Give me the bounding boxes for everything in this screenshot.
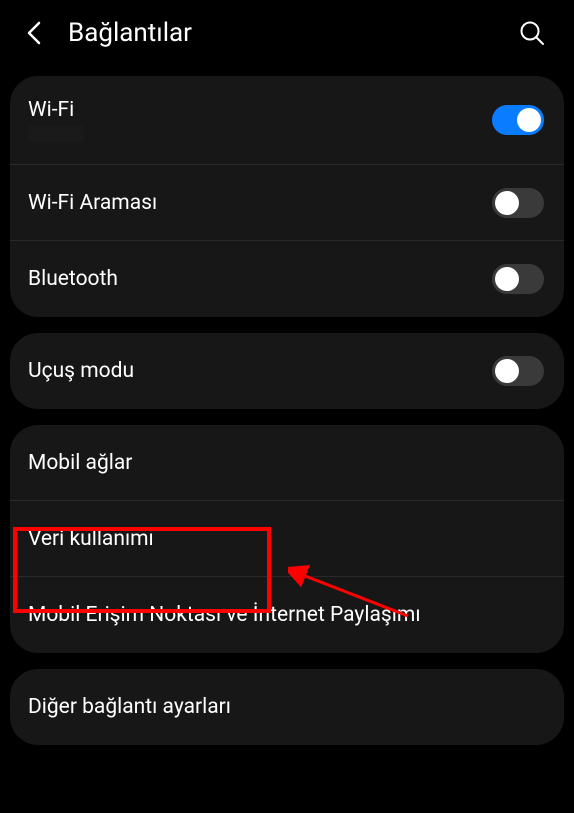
airplane-mode-row[interactable]: Uçuş modu: [10, 333, 564, 409]
row-text: Bluetooth: [28, 267, 492, 291]
row-text: Mobil ağlar: [28, 451, 544, 475]
wifi-calling-row[interactable]: Wi-Fi Araması: [10, 165, 564, 241]
more-connection-settings-label: Diğer bağlantı ayarları: [28, 695, 544, 719]
toggle-knob: [495, 267, 519, 291]
row-text: Uçuş modu: [28, 359, 492, 383]
airplane-mode-toggle[interactable]: [492, 356, 544, 386]
header: Bağlantılar: [0, 0, 574, 66]
wifi-row[interactable]: Wi-Fi: [10, 76, 564, 165]
hotspot-tethering-row[interactable]: Mobil Erişim Noktası ve İnternet Paylaşı…: [10, 577, 564, 653]
toggle-knob: [517, 108, 541, 132]
airplane-mode-label: Uçuş modu: [28, 359, 492, 383]
mobile-networks-row[interactable]: Mobil ağlar: [10, 425, 564, 501]
wifi-calling-toggle[interactable]: [492, 188, 544, 218]
more-connection-settings-row[interactable]: Diğer bağlantı ayarları: [10, 669, 564, 745]
settings-group: Wi-Fi Wi-Fi Araması Bluetooth: [10, 76, 564, 317]
chevron-left-icon: [27, 21, 41, 45]
page-title: Bağlantılar: [68, 18, 512, 48]
settings-group: Diğer bağlantı ayarları: [10, 669, 564, 745]
settings-group: Mobil ağlar Veri kullanımı Mobil Erişim …: [10, 425, 564, 653]
hotspot-tethering-label: Mobil Erişim Noktası ve İnternet Paylaşı…: [28, 603, 544, 627]
wifi-label: Wi-Fi: [28, 98, 492, 122]
mobile-networks-label: Mobil ağlar: [28, 451, 544, 475]
toggle-knob: [495, 191, 519, 215]
bluetooth-row[interactable]: Bluetooth: [10, 241, 564, 317]
search-icon: [519, 20, 545, 46]
row-text: Wi-Fi: [28, 98, 492, 142]
row-text: Diğer bağlantı ayarları: [28, 695, 544, 719]
back-button[interactable]: [14, 13, 54, 53]
wifi-subtitle: [28, 126, 492, 142]
data-usage-label: Veri kullanımı: [28, 527, 544, 551]
content: Wi-Fi Wi-Fi Araması Bluetooth Uçuş modu: [0, 66, 574, 745]
row-text: Wi-Fi Araması: [28, 191, 492, 215]
wifi-toggle[interactable]: [492, 105, 544, 135]
toggle-knob: [495, 359, 519, 383]
row-text: Veri kullanımı: [28, 527, 544, 551]
row-text: Mobil Erişim Noktası ve İnternet Paylaşı…: [28, 603, 544, 627]
wifi-calling-label: Wi-Fi Araması: [28, 191, 492, 215]
bluetooth-toggle[interactable]: [492, 264, 544, 294]
redacted-text: [28, 126, 84, 142]
data-usage-row[interactable]: Veri kullanımı: [10, 501, 564, 577]
search-button[interactable]: [512, 13, 552, 53]
bluetooth-label: Bluetooth: [28, 267, 492, 291]
settings-group: Uçuş modu: [10, 333, 564, 409]
